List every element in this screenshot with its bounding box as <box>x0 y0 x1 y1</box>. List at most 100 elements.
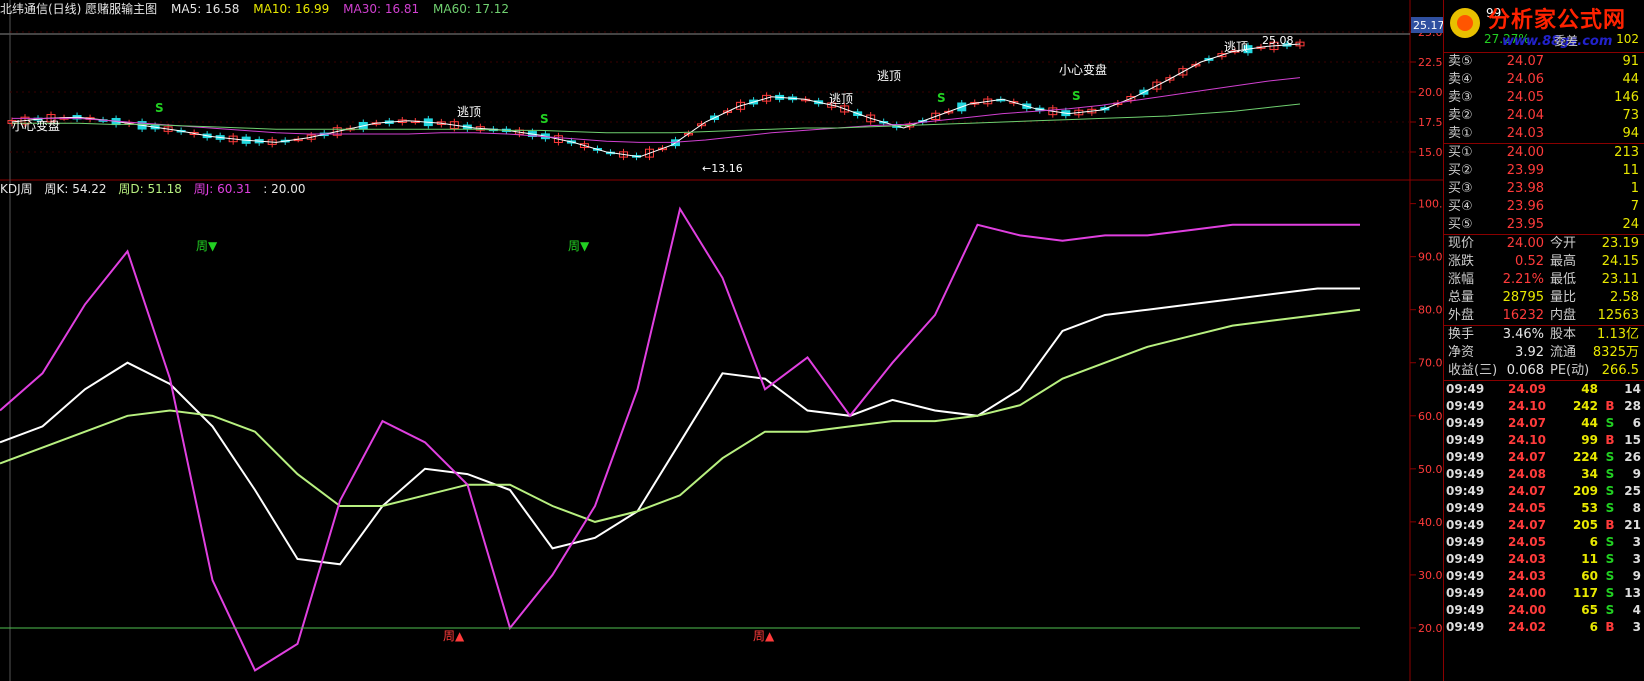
ma30-value: MA30: 16.81 <box>343 2 420 16</box>
ask-row: 卖④ 24.06 44 <box>1444 71 1644 89</box>
row-label: 净资 <box>1448 345 1475 360</box>
row-value-2: 1.13亿 <box>1597 327 1639 342</box>
bid-levels: 买① 24.00 213 买② 23.99 11 买③ 23.98 1 买④ 23.96 7 买⑤ 23.… <box>1444 143 1644 234</box>
row-value: 23.98 <box>1506 181 1544 196</box>
row-value: 28795 <box>1502 290 1544 305</box>
kdj-axis-label: 70.00 <box>1418 357 1443 370</box>
tick-time: 09:49 <box>1446 399 1485 413</box>
tick-price: 24.07 <box>1508 484 1546 498</box>
row-label: 卖② <box>1448 108 1473 123</box>
tick-volume: 209 <box>1572 484 1598 498</box>
weicha-value: 102 <box>1616 32 1639 46</box>
row-value: 24.03 <box>1506 126 1544 141</box>
tick-count: 25 <box>1624 484 1641 498</box>
row-label-2: 最高 <box>1550 254 1577 269</box>
row-label: 涨跌 <box>1448 254 1475 269</box>
tick-side: S <box>1605 552 1615 566</box>
chart-area[interactable]: 25.0022.5020.0017.5015.00 100.090.0080.0… <box>0 0 1443 681</box>
ask-levels: 卖⑤ 24.07 91 卖④ 24.06 44 卖③ 24.05 146 卖② 24.04 73 卖① 2… <box>1444 52 1644 143</box>
tick-volume: 99 <box>1581 433 1598 447</box>
stat-row: 现价 24.00 今开 23.19 <box>1444 235 1644 253</box>
tick-time: 09:49 <box>1446 569 1485 583</box>
chart-canvas[interactable]: 25.0022.5020.0017.5015.00 100.090.0080.0… <box>0 0 1443 681</box>
kdj-axis-label: 50.00 <box>1418 463 1443 476</box>
row-label: 买② <box>1448 163 1473 178</box>
kdj-lines <box>0 206 1361 672</box>
tick-time: 09:49 <box>1446 433 1485 447</box>
ma60-value: MA60: 17.12 <box>433 2 510 16</box>
tick-count: 9 <box>1632 569 1641 583</box>
tick-row: 09:49 24.00 65 S 4 <box>1444 602 1644 619</box>
kdj-title: KDJ周 <box>0 182 33 196</box>
tick-row: 09:49 24.07 205 B 21 <box>1444 517 1644 534</box>
tick-list: 09:49 24.09 48 14 09:49 24.10 242 B 28 09:49 24.07… <box>1444 380 1644 636</box>
kdj-j-value: 周J: 60.31 <box>193 182 252 196</box>
tick-count: 4 <box>1632 603 1641 617</box>
row-value: 24.05 <box>1506 90 1544 105</box>
row-label: 买① <box>1448 145 1473 160</box>
week-sell-mark-1: 周▼ <box>196 239 218 253</box>
kdj-indicator-header: KDJ周 周K: 54.22 周D: 51.18 周J: 60.31 : 20.… <box>0 180 314 198</box>
week-buy-mark-2: 周▲ <box>753 629 775 643</box>
row-label-2: 量比 <box>1550 290 1577 305</box>
tick-side: S <box>1605 586 1615 600</box>
tick-volume: 224 <box>1572 450 1598 464</box>
price-axis-label: 15.00 <box>1418 146 1443 159</box>
tick-time: 09:49 <box>1446 603 1485 617</box>
tick-row: 09:49 24.05 6 S 3 <box>1444 534 1644 551</box>
row-label: 卖⑤ <box>1448 54 1473 69</box>
tick-side: S <box>1605 416 1615 430</box>
tick-row: 09:49 24.03 60 S 9 <box>1444 568 1644 585</box>
tick-side: S <box>1605 603 1615 617</box>
stat-row: 收益(三) 0.068 PE(动) 266.5 <box>1444 362 1644 380</box>
tick-volume: 44 <box>1581 416 1598 430</box>
tick-time: 09:49 <box>1446 484 1485 498</box>
stat-row: 涨幅 2.21% 最低 23.11 <box>1444 271 1644 289</box>
tick-volume: 6 <box>1589 535 1598 549</box>
tick-time: 09:49 <box>1446 416 1485 430</box>
tick-count: 8 <box>1632 501 1641 515</box>
tick-time: 09:49 <box>1446 450 1485 464</box>
tick-row: 09:49 24.10 242 B 28 <box>1444 398 1644 415</box>
tick-price: 24.07 <box>1508 450 1546 464</box>
row-value-2: 2.58 <box>1610 290 1639 305</box>
tick-price: 24.03 <box>1508 569 1546 583</box>
tick-count: 9 <box>1632 467 1641 481</box>
tick-volume: 48 <box>1581 382 1598 396</box>
row-value: 0.52 <box>1515 254 1544 269</box>
tick-volume: 6 <box>1589 620 1598 634</box>
row-value: 16232 <box>1502 308 1544 323</box>
stat-row: 换手 3.46% 股本 1.13亿 <box>1444 326 1644 344</box>
tick-side: S <box>1605 501 1615 515</box>
current-price-tag: 25.17 <box>1413 19 1443 32</box>
ma-line-ma5 <box>11 43 1301 158</box>
tick-price: 24.00 <box>1508 603 1546 617</box>
row-value: 3.46% <box>1502 327 1544 342</box>
row-value: 23.95 <box>1506 217 1544 232</box>
tick-side: S <box>1605 467 1615 481</box>
s-mark-3: S <box>937 91 946 105</box>
annotation-xiaoxin-1: 小心变盘 <box>12 118 60 133</box>
s-mark-1: S <box>155 101 164 115</box>
row-value-2: 91 <box>1622 54 1639 69</box>
tick-volume: 242 <box>1572 399 1598 413</box>
row-value: 2.21% <box>1502 272 1544 287</box>
bid-row: 买② 23.99 11 <box>1444 162 1644 180</box>
row-label: 外盘 <box>1448 308 1475 323</box>
stat-row: 外盘 16232 内盘 12563 <box>1444 307 1644 325</box>
ask-row: 卖⑤ 24.07 91 <box>1444 53 1644 71</box>
tick-row: 09:49 24.10 99 B 15 <box>1444 432 1644 449</box>
tick-price: 24.02 <box>1508 620 1546 634</box>
tick-count: 6 <box>1632 416 1641 430</box>
tick-time: 09:49 <box>1446 382 1485 396</box>
tick-side: B <box>1605 399 1615 413</box>
bid-row: 买④ 23.96 7 <box>1444 198 1644 216</box>
tick-time: 09:49 <box>1446 535 1485 549</box>
week-buy-mark-1: 周▲ <box>443 629 465 643</box>
tick-price: 24.08 <box>1508 467 1546 481</box>
tick-price: 24.07 <box>1508 416 1546 430</box>
tick-volume: 205 <box>1572 518 1598 532</box>
tick-time: 09:49 <box>1446 501 1485 515</box>
row-value: 24.00 <box>1506 145 1544 160</box>
row-value: 3.92 <box>1515 345 1544 360</box>
